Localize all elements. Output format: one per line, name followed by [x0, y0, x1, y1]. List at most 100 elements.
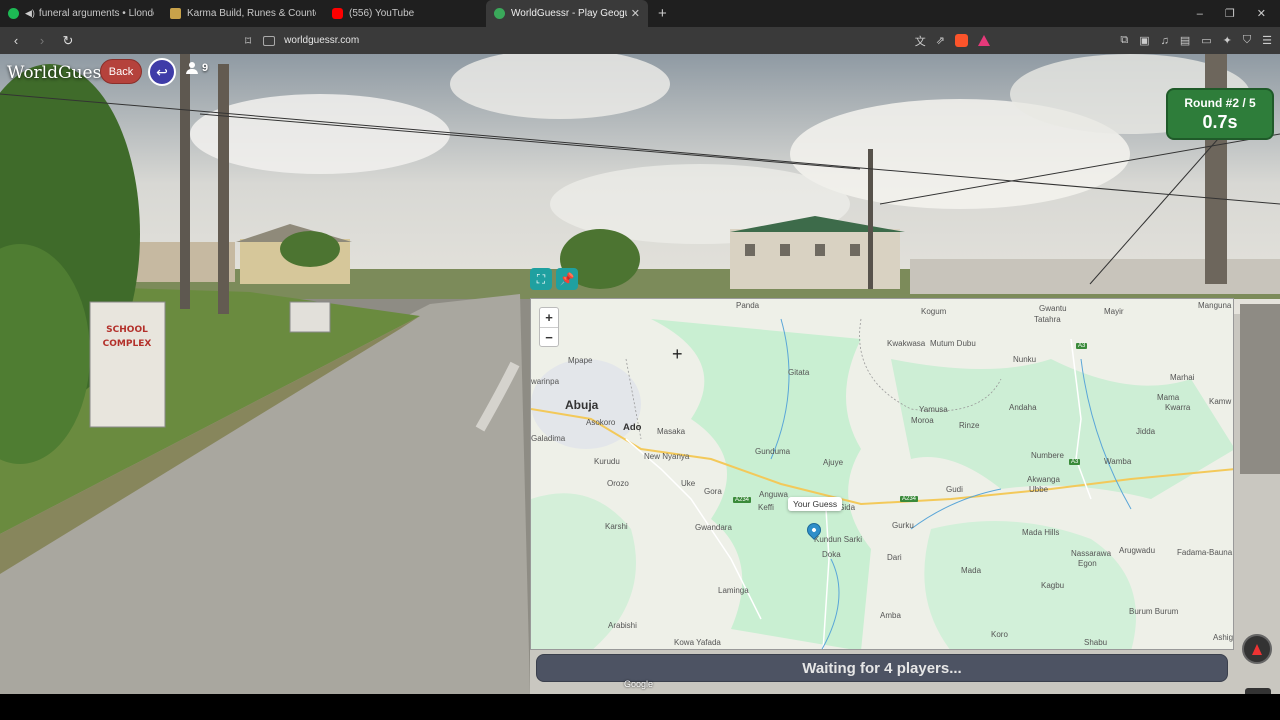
browser-tab-2[interactable]: (556) YouTube: [324, 0, 486, 27]
expand-map-icon[interactable]: ⛶: [530, 268, 552, 290]
extension-toolbar: ⧉ ▣ ♫ ▤ ▭ ✦ ⛉ ☰: [1120, 27, 1272, 54]
guess-map[interactable]: + − + Panda Kogum Gwantu Tatahra Mayir M…: [530, 298, 1234, 650]
tab-title: (556) YouTube: [349, 8, 415, 19]
tab-title: Karma Build, Runes & Counters Guide: [187, 8, 316, 19]
map-place: Mada Hills: [1022, 528, 1060, 537]
map-place: Gora: [704, 487, 722, 496]
youtube-favicon-icon: [332, 8, 343, 19]
new-tab-plus-icon[interactable]: +: [658, 5, 667, 22]
return-arrow-icon[interactable]: ↩: [148, 58, 176, 86]
map-place: Numbere: [1031, 451, 1064, 460]
map-place: Fadama-Bauna: [1177, 548, 1233, 557]
map-terrain: [531, 299, 1233, 649]
map-place: Anguwa: [759, 490, 788, 499]
map-place: Kagbu: [1041, 581, 1065, 590]
close-window-icon[interactable]: ✕: [1257, 7, 1266, 20]
round-label: Round #2 / 5: [1184, 96, 1256, 110]
brave-shields-icon[interactable]: [955, 34, 968, 47]
map-place: Gwantu: [1039, 304, 1067, 313]
forward-arrow-icon[interactable]: ›: [32, 33, 52, 48]
url-text[interactable]: worldguessr.com: [284, 35, 359, 46]
close-tab-icon[interactable]: ✕: [631, 7, 640, 20]
map-place-abuja: Abuja: [565, 398, 599, 412]
globe-favicon-icon: [494, 8, 505, 19]
map-place: Doka: [822, 550, 841, 559]
site-info-icon[interactable]: [263, 35, 276, 46]
map-place: Gurku: [892, 521, 914, 530]
player-count: 9: [186, 62, 208, 74]
map-zoom-in-button[interactable]: +: [540, 308, 558, 327]
back-arrow-icon[interactable]: ‹: [6, 33, 26, 48]
map-place: Mpape: [568, 356, 593, 365]
map-place: Jidda: [1136, 427, 1156, 436]
map-place: Ashige: [1213, 633, 1234, 642]
map-place: Gwandara: [695, 523, 732, 532]
map-place: Masaka: [657, 427, 686, 436]
leo-ai-icon[interactable]: ✦: [1223, 34, 1232, 47]
wallet-icon[interactable]: ▭: [1201, 34, 1211, 47]
map-place: Ajuye: [823, 458, 844, 467]
map-place: Dari: [887, 553, 902, 562]
browser-tab-3[interactable]: WorldGuessr - Play Geoguessr free ✕: [486, 0, 648, 27]
map-place: Mama: [1157, 393, 1180, 402]
map-place: Tatahra: [1034, 315, 1061, 324]
menu-icon[interactable]: ☰: [1262, 34, 1272, 47]
media-icon[interactable]: ♫: [1161, 35, 1169, 47]
browser-toolbar: ‹ › ↻ ⌑ worldguessr.com 文 ⇗ ⧉ ▣ ♫ ▤ ▭ ✦ …: [0, 27, 1280, 54]
speaker-icon[interactable]: ◀): [25, 8, 35, 19]
map-place: Ado: [623, 422, 642, 433]
back-button[interactable]: Back: [100, 59, 142, 84]
map-place: Rinze: [959, 421, 980, 430]
sidebar-icon[interactable]: ▤: [1180, 34, 1190, 47]
screenshot-icon[interactable]: ▣: [1139, 34, 1149, 47]
map-place: Egon: [1078, 559, 1097, 568]
bookmark-icon[interactable]: ⌑: [245, 34, 251, 48]
map-place: Akwanga: [1027, 475, 1060, 484]
map-place: Keffi: [758, 503, 774, 512]
compass-icon[interactable]: [1242, 634, 1272, 664]
map-place: Uke: [681, 479, 696, 488]
map-zoom-out-button[interactable]: −: [540, 327, 558, 346]
map-place: New Nyanya: [644, 452, 690, 461]
map-place: Arabishi: [608, 621, 637, 630]
timer-value: 0.7s: [1202, 112, 1238, 132]
restore-icon[interactable]: ❐: [1225, 7, 1235, 20]
street-view-zoom: + −: [1245, 688, 1271, 694]
cursor-crosshair-icon: +: [672, 344, 683, 364]
map-place: Mayir: [1104, 307, 1124, 316]
translate-icon[interactable]: 文: [915, 33, 926, 49]
site-favicon-icon: [170, 8, 181, 19]
map-place: Panda: [736, 301, 760, 310]
map-place: Manguna: [1198, 301, 1232, 310]
map-place: Nunku: [1013, 355, 1037, 364]
map-place: Ubbe: [1029, 485, 1049, 494]
map-place: Kwarra: [1165, 403, 1191, 412]
reload-icon[interactable]: ↻: [58, 33, 78, 49]
vpn-icon[interactable]: ⛉: [1243, 34, 1251, 47]
round-timer-box: Round #2 / 5 0.7s: [1166, 88, 1274, 140]
address-bar[interactable]: ⌑ worldguessr.com 文 ⇗: [245, 30, 990, 51]
map-place: Andaha: [1009, 403, 1037, 412]
map-place: Gunduma: [755, 447, 791, 456]
map-place: Mutum Dubu: [930, 339, 976, 348]
pin-map-icon[interactable]: 📌: [556, 268, 578, 290]
map-place: Shabu: [1084, 638, 1108, 647]
zoom-in-button[interactable]: +: [1245, 688, 1271, 694]
browser-tab-0[interactable]: ◀) funeral arguments • Llondon actu: [0, 0, 162, 27]
brave-rewards-icon[interactable]: [978, 35, 990, 46]
share-icon[interactable]: ⇗: [936, 34, 945, 47]
browser-tab-1[interactable]: Karma Build, Runes & Counters Guide: [162, 0, 324, 27]
svg-text:COMPLEX: COMPLEX: [103, 339, 152, 349]
map-place: Moroa: [911, 416, 934, 425]
road-shield: A234: [733, 497, 752, 503]
tab-title: funeral arguments • Llondon actu: [38, 8, 154, 19]
map-zoom-control: + −: [539, 307, 559, 347]
extensions-icon[interactable]: ⧉: [1120, 34, 1128, 47]
spotify-favicon-icon: [8, 8, 19, 19]
window-controls: – ❐ ✕: [1197, 0, 1272, 27]
person-icon: [186, 62, 198, 74]
map-place: Nassarawa: [1071, 549, 1112, 558]
minimize-icon[interactable]: –: [1197, 8, 1203, 20]
map-place: Gitata: [788, 368, 810, 377]
map-place: Kurudu: [594, 457, 620, 466]
